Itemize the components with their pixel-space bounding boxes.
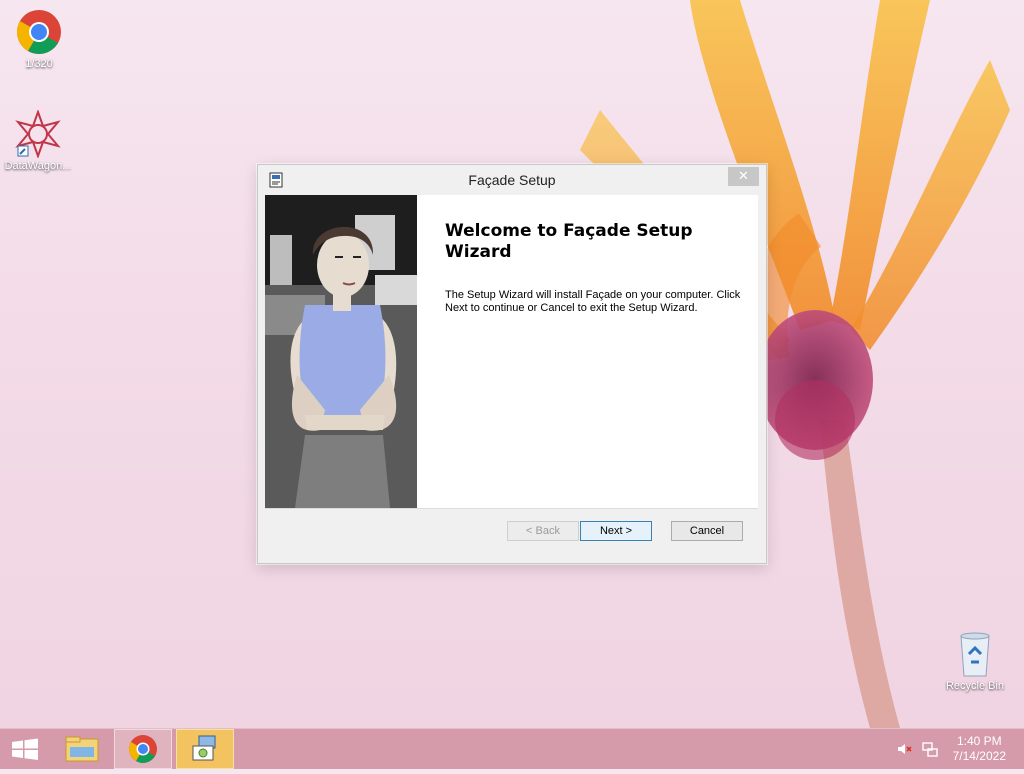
setup-banner-image <box>265 195 417 508</box>
system-clock[interactable]: 1:40 PM 7/14/2022 <box>953 734 1006 764</box>
volume-muted-icon[interactable] <box>896 741 912 757</box>
cancel-button[interactable]: Cancel <box>671 521 743 541</box>
close-button[interactable]: ✕ <box>728 167 759 186</box>
dialog-title: Façade Setup <box>468 172 556 188</box>
desktop-icon-label: DataWagon... <box>4 160 72 172</box>
installer-icon <box>192 735 216 761</box>
desktop-icon-datawagon[interactable]: DataWagon... <box>0 109 76 172</box>
windows-logo-icon <box>12 738 38 760</box>
desktop-icon-label: Recycle Bin <box>945 680 1005 692</box>
back-button[interactable]: < Back <box>507 521 579 541</box>
desktop-icon-recycle-bin[interactable]: Recycle Bin <box>937 630 1013 692</box>
taskbar-file-explorer[interactable] <box>54 729 112 769</box>
close-icon: ✕ <box>738 168 749 183</box>
recycle-bin-icon <box>951 630 999 678</box>
next-button[interactable]: Next > <box>580 521 652 541</box>
desktop-icon-label: 1/320 <box>25 58 53 70</box>
clock-time: 1:40 PM <box>956 734 1002 748</box>
welcome-heading: Welcome to Façade Setup Wizard <box>445 221 693 262</box>
taskbar-setup[interactable] <box>176 729 234 769</box>
taskbar-chrome[interactable] <box>114 729 172 769</box>
start-button[interactable] <box>0 729 50 769</box>
dialog-titlebar[interactable]: Façade Setup ✕ <box>258 165 766 195</box>
chrome-icon <box>15 8 63 56</box>
taskbar: 1:40 PM 7/14/2022 <box>0 728 1024 769</box>
desktop-icon-chrome[interactable]: 1/320 <box>1 8 77 70</box>
dialog-content: Welcome to Façade Setup Wizard The Setup… <box>265 195 758 509</box>
chrome-icon <box>129 735 157 763</box>
setup-dialog: Façade Setup ✕ Welcome to Façade Setup W… <box>257 164 767 564</box>
datawagon-icon <box>14 109 62 159</box>
file-explorer-icon <box>65 736 99 762</box>
clock-date: 7/14/2022 <box>952 749 1006 763</box>
network-icon[interactable] <box>921 740 939 758</box>
welcome-description: The Setup Wizard will install Façade on … <box>445 289 741 314</box>
